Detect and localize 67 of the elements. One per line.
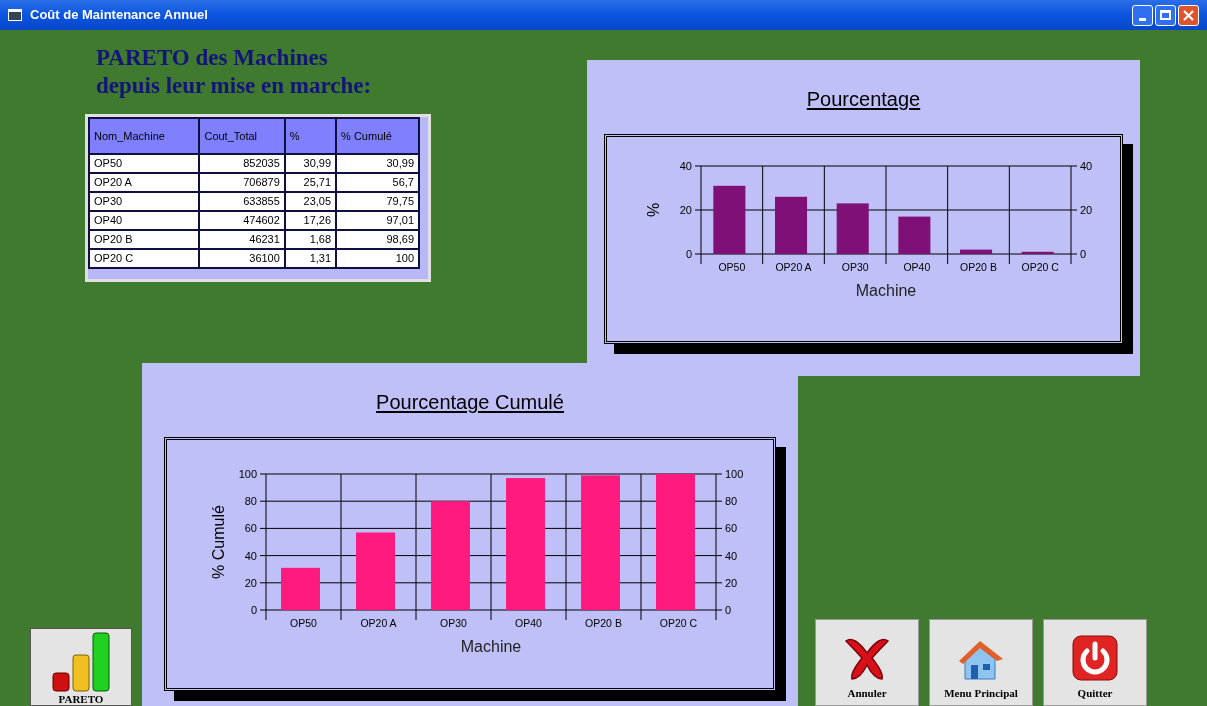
axis-tick-label: 60 [725,522,738,535]
y-axis-title: % Cumulé [210,505,227,579]
window-icon [8,9,22,21]
maximize-button[interactable] [1155,4,1176,26]
table-cell: OP20 A [89,173,200,192]
window-title: Coût de Maintenance Annuel [30,6,208,25]
category-label: OP40 [515,617,542,629]
close-icon [1183,9,1194,21]
bar [898,216,931,254]
axis-tick-label: 100 [725,468,744,480]
pareto-button[interactable]: PARETO [30,628,132,706]
power-icon [1072,634,1118,681]
axis-tick-label: 0 [685,248,692,260]
axis-tick-label: 0 [1080,248,1087,260]
axis-tick-label: 20 [1080,204,1093,216]
axis-tick-label: 40 [244,549,257,562]
y-axis-title: % [645,202,662,218]
toolbar-button[interactable]: Quitter [1043,619,1147,706]
column-header: % [284,118,337,154]
column-header: Nom_Machine [89,118,200,154]
axis-tick-label: 80 [725,495,738,508]
bar [836,203,869,254]
chart-title: Pourcentage Cumulé [376,390,564,415]
category-label: OP40 [903,261,931,273]
axis-tick-label: 20 [725,576,738,589]
axis-tick-label: 60 [244,522,257,535]
toolbar-button[interactable]: Menu Principal [929,619,1033,706]
category-label: OP20 B [960,261,997,273]
category-label: OP20 C [1021,261,1059,273]
column-header: Cout_Total [199,118,285,154]
axis-tick-label: 100 [238,468,257,480]
axis-tick-label: 40 [679,160,692,172]
category-label: OP30 [440,617,467,629]
table-cell: OP20 B [89,230,200,249]
category-label: OP50 [718,261,746,273]
heading-line: depuis leur mise en marche: [96,72,373,100]
category-label: OP20 A [775,261,812,273]
heading-line: PARETO des Machines [96,44,329,72]
bar [775,196,808,254]
x-axis-title: Machine [460,638,522,655]
category-label: OP20 B [585,617,622,629]
table-cell: OP40 [89,211,200,230]
column-header: % Cumulé [336,118,419,154]
bar [1021,251,1054,254]
axis-tick-label: 40 [725,549,738,562]
table-cell: OP30 [89,192,200,211]
axis-tick-label: 80 [244,495,257,508]
bar [960,249,993,254]
toolbar-button[interactable]: Annuler [815,619,919,706]
x-axis-title: Machine [855,282,917,299]
bar-chart-icon [49,631,113,693]
minimize-button[interactable] [1132,4,1153,26]
chart-title: Pourcentage [806,87,921,112]
table-cell: OP50 [89,154,200,173]
axis-tick-label: 0 [725,604,732,616]
category-label: OP50 [290,617,317,629]
axis-tick-label: 20 [244,576,257,589]
axis-tick-label: 20 [679,204,692,216]
bar [281,567,320,610]
table-cell: OP20 C [89,249,200,268]
close-button[interactable] [1178,4,1199,26]
category-label: OP30 [841,261,869,273]
category-label: OP20 A [360,617,397,629]
category-label: OP20 C [659,617,698,629]
axis-tick-label: 40 [1080,160,1093,172]
bar [713,185,746,254]
axis-tick-label: 0 [250,604,257,616]
